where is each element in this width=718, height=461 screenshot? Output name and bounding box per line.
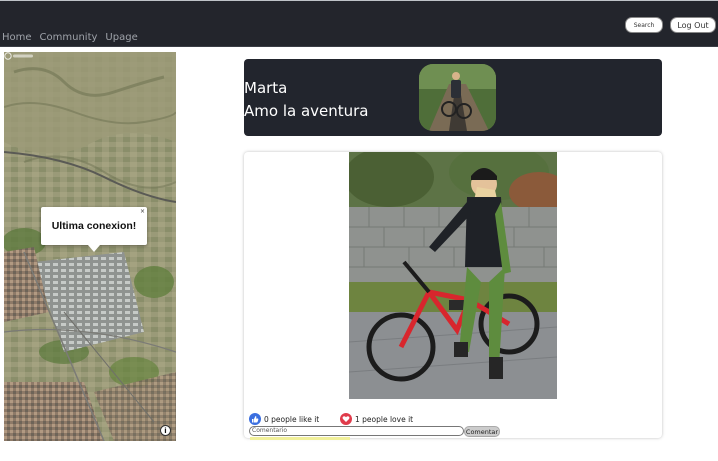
post-card: 0 people like it 1 people love it Coment… <box>244 152 662 438</box>
profile-bio: Amo la aventura <box>244 102 369 120</box>
nav-link-upage[interactable]: Upage <box>105 32 137 43</box>
post-photo-image <box>349 152 557 399</box>
map-popup: × Ultima conexion! <box>41 207 147 252</box>
profile-avatar <box>419 64 496 131</box>
top-navbar: Home Community Upage Search Log Out <box>0 0 718 47</box>
search-button[interactable]: Search <box>625 17 663 33</box>
thumbs-up-icon <box>249 413 261 425</box>
nav-links: Home Community Upage <box>2 32 138 43</box>
avatar-photo <box>419 64 496 131</box>
comment-button[interactable]: Comentar <box>464 426 500 437</box>
heart-icon <box>340 413 352 425</box>
nav-link-home[interactable]: Home <box>2 32 32 43</box>
logout-button[interactable]: Log Out <box>670 17 716 33</box>
profile-name: Marta <box>244 79 288 97</box>
comment-input[interactable]: Comentario <box>249 426 464 436</box>
mapbox-logo-icon <box>4 52 33 60</box>
profile-card: Marta Amo la aventura <box>244 59 662 136</box>
loves-count-text: 1 people love it <box>355 414 414 424</box>
love-reaction[interactable]: 1 people love it <box>340 413 413 425</box>
popup-text: Ultima conexion! <box>51 220 137 232</box>
satellite-map[interactable]: × Ultima conexion! i <box>4 52 176 441</box>
like-reaction[interactable]: 0 people like it <box>249 413 319 425</box>
nav-link-community[interactable]: Community <box>40 32 98 43</box>
input-focus-highlight <box>250 437 350 440</box>
map-info-button[interactable]: i <box>160 425 171 436</box>
likes-count-text: 0 people like it <box>264 414 320 424</box>
popup-close-button[interactable]: × <box>140 208 145 215</box>
post-photo <box>349 152 557 399</box>
